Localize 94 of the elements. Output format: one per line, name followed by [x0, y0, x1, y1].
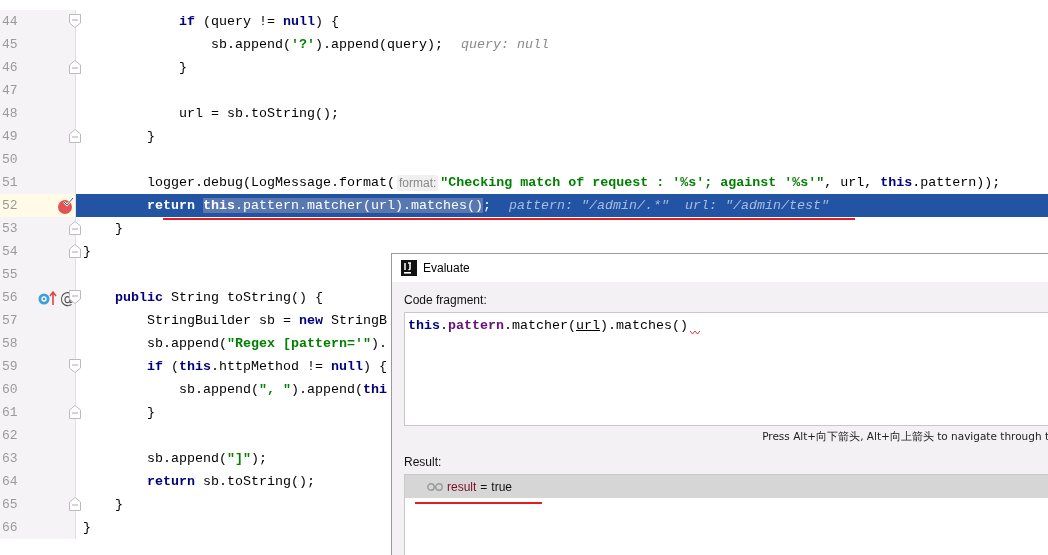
- line-number: 50: [1, 152, 19, 167]
- line-number: 59: [1, 359, 19, 374]
- code-text: StringBuilder sb =: [147, 313, 292, 328]
- code-text: }: [115, 221, 123, 236]
- code-text: }: [83, 244, 91, 259]
- line-number: 44: [1, 14, 19, 29]
- line-number: 47: [1, 83, 19, 98]
- fold-icon[interactable]: [69, 359, 81, 373]
- result-row[interactable]: result = true: [405, 475, 1048, 498]
- code-text: );: [251, 451, 267, 466]
- keyword: this: [880, 175, 913, 190]
- code-text: url = sb.toString();: [179, 106, 339, 121]
- line-number: 58: [1, 336, 19, 351]
- line-number: 53: [1, 221, 19, 236]
- string-literal: "]": [227, 451, 251, 466]
- fold-icon[interactable]: [69, 497, 81, 511]
- keyword: this: [203, 198, 235, 213]
- field-label: Code fragment:: [404, 293, 487, 307]
- code-text: }: [179, 60, 187, 75]
- code-text: ) {: [315, 14, 339, 29]
- variable-value: true: [491, 479, 513, 494]
- line-number: 60: [1, 382, 19, 397]
- keyword: if: [147, 359, 163, 374]
- keyword: null: [331, 359, 363, 374]
- code-text: .httpMethod !=: [211, 359, 324, 374]
- code-text: ).: [370, 336, 387, 351]
- fold-icon[interactable]: [69, 221, 81, 235]
- code-text: .pattern));: [912, 175, 1001, 190]
- string-literal: "Checking match of request : '%s'; against '%s'": [440, 175, 825, 190]
- keyword: null: [283, 14, 315, 29]
- keyword: this: [179, 359, 211, 374]
- breakpoint-icon[interactable]: [57, 196, 75, 215]
- code-text: StringB: [329, 313, 387, 328]
- line-number: 63: [1, 451, 19, 466]
- line-number: 61: [1, 405, 19, 420]
- app-logo-icon: [401, 260, 417, 276]
- code-text: ;: [482, 198, 491, 213]
- override-icon[interactable]: [38, 289, 58, 306]
- equals-sign: =: [480, 479, 488, 494]
- string-literal: ", ": [259, 382, 291, 397]
- line-number: 52: [1, 198, 18, 213]
- keyword: thi: [362, 382, 387, 397]
- keyword: return: [147, 474, 195, 489]
- inline-debug-value: query: null: [460, 37, 549, 52]
- line-number: 49: [1, 129, 19, 144]
- string-literal: "Regex [pattern='": [227, 336, 371, 351]
- code-text: }: [147, 129, 155, 144]
- keyword: new: [298, 313, 323, 328]
- fold-icon[interactable]: [69, 244, 81, 258]
- fold-icon[interactable]: [69, 405, 81, 419]
- line-number: 45: [1, 37, 19, 52]
- code-text: }: [115, 497, 123, 512]
- code-text: sb.toString();: [202, 474, 315, 489]
- keyboard-hint: Press Alt+向下箭头, Alt+向上箭头 to navigate through t: [762, 430, 1048, 444]
- line-number: 66: [1, 520, 19, 535]
- line-number: 56: [1, 290, 19, 305]
- line-number: 57: [1, 313, 19, 328]
- line-number: 62: [1, 428, 19, 443]
- code-fragment-field[interactable]: this.pattern.matcher(url).matches(): [404, 312, 1048, 426]
- code-text: logger.debug(LogMessage.format(: [147, 175, 395, 190]
- line-number: 65: [1, 497, 19, 512]
- code-text: String toString() {: [170, 290, 323, 305]
- code-text: (: [170, 359, 179, 374]
- line-number: 51: [1, 175, 19, 190]
- code-text: sb.append(: [179, 382, 259, 397]
- parameter-hint: format:: [396, 174, 439, 191]
- keyword: if: [179, 14, 195, 29]
- code-text: ) {: [363, 359, 387, 374]
- keyword: public: [115, 290, 163, 305]
- code-text: .pattern.matcher(url).matches(): [235, 198, 483, 213]
- fold-icon[interactable]: [69, 129, 81, 143]
- string-literal: '?': [291, 37, 315, 52]
- code-text: }: [147, 405, 155, 420]
- code-text: (query !=: [202, 14, 276, 29]
- glasses-icon: [427, 482, 443, 491]
- keyword: return: [147, 198, 196, 213]
- field-label: Result:: [404, 455, 442, 469]
- line-number: 46: [1, 60, 19, 75]
- code-text: sb.append(: [147, 336, 227, 351]
- dialog-title: Evaluate: [423, 261, 470, 275]
- line-number: 48: [1, 106, 19, 121]
- variable-name: result: [447, 479, 477, 494]
- line-number: 64: [1, 474, 19, 489]
- line-number: 55: [1, 267, 19, 282]
- fold-icon[interactable]: [69, 14, 81, 28]
- code-text: sb.append(: [211, 37, 291, 52]
- line-number: 54: [1, 244, 19, 259]
- fold-icon[interactable]: [69, 60, 81, 74]
- code-text: , url,: [824, 175, 874, 190]
- code-text: sb.append(: [147, 451, 227, 466]
- code-text: ).append(query);: [315, 37, 443, 52]
- code-text: }: [83, 520, 91, 535]
- inline-debug-value: pattern: "/admin/.*" url: "/admin/test": [508, 198, 829, 213]
- code-text: ).append(: [291, 382, 363, 397]
